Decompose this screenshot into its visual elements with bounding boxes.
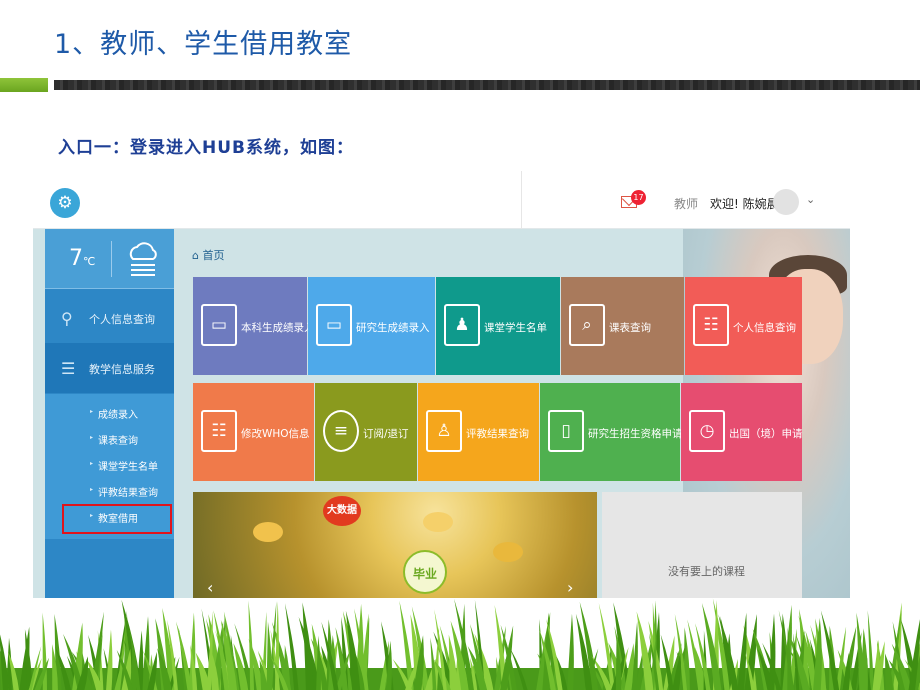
grass-decoration [0,598,920,690]
temperature: 7℃ [69,246,95,271]
top-divider [521,171,522,229]
grass-blade [872,639,880,690]
chevron-left-icon[interactable]: ‹ [207,578,213,597]
sidebar-item-teaching-service[interactable]: ☰ 教学信息服务 [45,343,174,393]
submenu-label: 课堂学生名单 [98,462,158,473]
tile-class-student-list[interactable]: ♟ 课堂学生名单 [436,277,560,375]
leaf-decoration [493,542,523,562]
highlight-box [62,504,172,534]
avatar[interactable] [773,189,799,215]
search-document-icon: ⌕ [569,304,605,346]
tile-personal-info[interactable]: ☷ 个人信息查询 [685,277,802,375]
submenu-label: 评教结果查询 [98,488,158,499]
tile-label: 修改WHO信息 [241,428,310,440]
sidebar-item-personal-info[interactable]: ⚲ 个人信息查询 [45,293,174,343]
graduation-badge: 毕业 [403,550,447,594]
submenu-evaluation-results[interactable]: ▸ 评教结果查询 [45,480,174,502]
course-panel: 没有要上的课程 [602,492,802,598]
gear-logo-icon[interactable]: ⚙ [50,188,80,218]
tile-label: 本科生成绩录入 [241,322,315,334]
news-banner[interactable]: 大数据 毕业 ‹ › [193,492,597,598]
sidebar: 7℃ ⚲ 个人信息查询 ☰ 教学信息服务 ▸ 成绩录入 ▸ 课表查询 ▸ 课堂学生名单… [45,229,174,598]
mail-count-badge: 17 [631,190,646,205]
tile-subscribe[interactable]: ≡ 订阅/退订 [315,383,417,481]
cloud-icon [129,242,157,276]
no-course-text: 没有要上的课程 [668,565,745,578]
sidebar-item-label: 个人信息查询 [89,313,155,326]
slide-title: 1、教师、学生借用教室 [54,29,353,60]
chevron-right-icon[interactable]: › [567,578,573,597]
weather-divider [111,241,112,277]
title-bar-dark [54,80,920,90]
submenu-label: 课表查询 [98,436,138,447]
title-underline [0,78,920,92]
hub-screenshot: ⚙ 17 教师 欢迎! 陈婉晨 ⌄ 7℃ ⚲ 个人信息查询 ☰ 教学信息服务 ▸… [33,171,850,598]
tile-grad-grade-entry[interactable]: ▭ 研究生成绩录入 [308,277,435,375]
bullet-icon: ▸ [90,486,94,493]
submenu-grade-entry[interactable]: ▸ 成绩录入 [45,402,174,424]
breadcrumb[interactable]: ⌂ 首页 [192,247,224,263]
sidebar-item-label: 教学信息服务 [89,363,155,376]
grass-blade [266,621,273,690]
computer-icon: ▭ [201,304,237,346]
submenu-student-list[interactable]: ▸ 课堂学生名单 [45,454,174,476]
tile-evaluation-results[interactable]: ♙ 评教结果查询 [418,383,539,481]
id-card-icon: ☷ [693,304,729,346]
document-icon: ☰ [61,359,76,378]
chevron-down-icon[interactable]: ⌄ [806,193,815,206]
tile-label: 个人信息查询 [733,322,796,334]
classroom-icon: ♟ [444,304,480,346]
title-bar-green [0,78,48,92]
big-data-badge: 大数据 [323,496,361,526]
bullet-icon: ▸ [90,434,94,441]
role-label: 教师 [674,197,699,211]
entry-caption: 入口一：登录进入HUB系统，如图： [58,138,354,158]
tile-label: 研究生招生资格申请 [588,428,683,440]
clipboard-clock-icon: ◷ [689,410,725,452]
breadcrumb-home[interactable]: 首页 [202,249,224,262]
grass-blade [142,616,150,690]
submenu-label: 成绩录入 [98,410,138,421]
computer-icon: ▭ [316,304,352,346]
submenu-schedule-query[interactable]: ▸ 课表查询 [45,428,174,450]
tile-undergrad-grade-entry[interactable]: ▭ 本科生成绩录入 [193,277,315,375]
tablet-icon: ▯ [548,410,584,452]
bullet-icon: ▸ [90,408,94,415]
teacher-icon: ♙ [426,410,462,452]
temperature-value: 7 [69,246,83,271]
welcome-text: 欢迎! 陈婉晨 [710,197,779,211]
weather-widget: 7℃ [45,229,174,289]
tile-label: 课堂学生名单 [484,322,547,334]
tile-label: 评教结果查询 [466,428,529,440]
chat-icon: ≡ [323,410,359,452]
user-icon: ⚲ [61,309,73,328]
tile-schedule-query[interactable]: ⌕ 课表查询 [561,277,684,375]
grass-blade [567,613,574,690]
tile-label: 研究生成绩录入 [356,322,430,334]
id-card-icon: ☷ [201,410,237,452]
bullet-icon: ▸ [90,460,94,467]
top-bar: ⚙ 17 教师 欢迎! 陈婉晨 ⌄ [33,171,850,229]
temperature-unit: ℃ [83,255,96,268]
leaf-decoration [253,522,283,542]
tile-label: 订阅/退订 [363,428,409,440]
tile-label: 课表查询 [609,322,651,334]
grass-blade [106,629,113,690]
tile-modify-who-info[interactable]: ☷ 修改WHO信息 [193,383,314,481]
tile-grad-enrollment-qualification[interactable]: ▯ 研究生招生资格申请 [540,383,683,481]
leaf-decoration [423,512,453,532]
tile-label: 出国（境）申请 [729,428,803,440]
tile-overseas-application[interactable]: ◷ 出国（境）申请 [681,383,803,481]
